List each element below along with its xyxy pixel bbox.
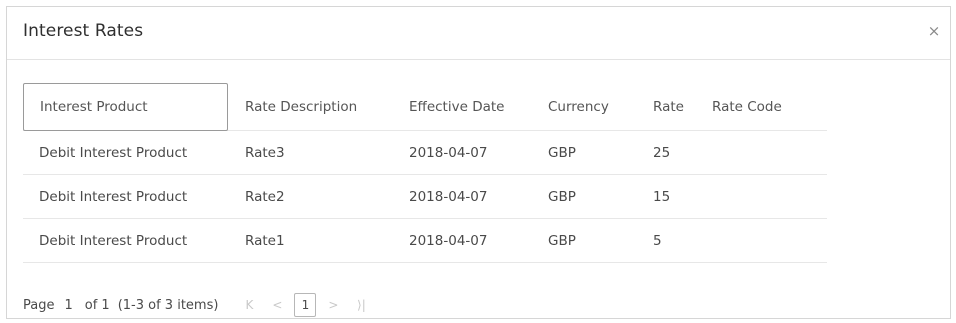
interest-rates-dialog: Interest Rates × Interest Product Rate D… [6,6,951,319]
table-row[interactable]: Debit Interest Product Rate3 2018-04-07 … [23,131,827,175]
column-header-rate[interactable]: Rate [653,83,684,130]
column-header-effective-date[interactable]: Effective Date [409,83,504,130]
first-page-icon[interactable]: K [238,298,260,312]
cell-interest-product: Debit Interest Product [39,232,188,249]
cell-rate-description: Rate2 [245,188,285,205]
cell-rate: 25 [653,144,671,161]
cell-interest-product: Debit Interest Product [39,144,188,161]
previous-page-icon[interactable]: < [266,298,288,312]
cell-effective-date: 2018-04-07 [409,232,488,249]
items-summary: (1-3 of 3 items) [117,297,219,313]
cell-rate: 15 [653,188,671,205]
page-total: of 1 [84,297,110,313]
cell-effective-date: 2018-04-07 [409,144,488,161]
page-label: Page [23,297,55,313]
cell-currency: GBP [548,144,576,161]
current-page-button[interactable]: 1 [294,293,317,317]
cell-rate-description: Rate3 [245,144,285,161]
table-row[interactable]: Debit Interest Product Rate2 2018-04-07 … [23,175,827,219]
next-page-icon[interactable]: > [322,298,344,312]
close-icon[interactable]: × [924,21,944,41]
dialog-header: Interest Rates × [7,7,950,60]
cell-currency: GBP [548,232,576,249]
dialog-title: Interest Rates [23,21,144,41]
column-header-interest-product[interactable]: Interest Product [23,83,228,131]
page-number-input[interactable]: 1 [64,298,72,313]
cell-rate: 5 [653,232,662,249]
column-header-rate-description[interactable]: Rate Description [245,83,357,130]
table-header-row: Interest Product Rate Description Effect… [23,83,827,131]
last-page-icon[interactable]: ⟩| [350,298,372,312]
cell-interest-product: Debit Interest Product [39,188,188,205]
column-header-currency[interactable]: Currency [548,83,609,130]
interest-rates-table: Interest Product Rate Description Effect… [23,83,827,263]
table-row[interactable]: Debit Interest Product Rate1 2018-04-07 … [23,219,827,263]
pagination-bar: Page 1 of 1 (1-3 of 3 items) K < 1 > ⟩| [23,290,372,320]
column-header-rate-code[interactable]: Rate Code [712,83,782,130]
cell-effective-date: 2018-04-07 [409,188,488,205]
cell-rate-description: Rate1 [245,232,285,249]
cell-currency: GBP [548,188,576,205]
